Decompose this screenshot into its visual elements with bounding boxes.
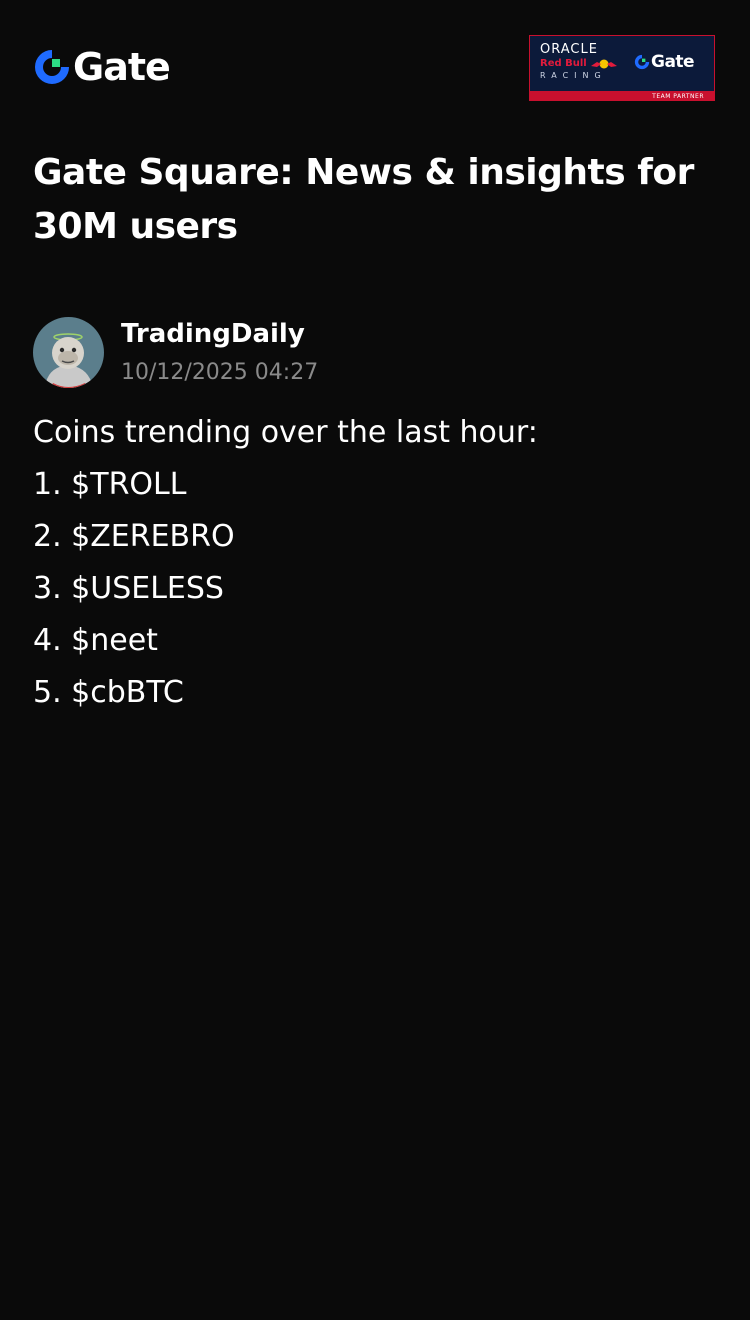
avatar-image	[33, 317, 104, 388]
logo-text: Gate	[73, 45, 171, 89]
header: Gate ORACLE Red Bull RACING Gate TEAM PA…	[0, 0, 750, 110]
badge-left: ORACLE Red Bull RACING	[540, 42, 620, 82]
post-body: Coins trending over the last hour: 1. $T…	[33, 407, 723, 719]
badge-oracle-text: ORACLE	[540, 42, 598, 57]
gate-logo-icon	[35, 48, 71, 84]
red-bull-icon	[590, 59, 617, 68]
trending-item[interactable]: 2. $ZEREBRO	[33, 511, 723, 563]
badge-gate-text: Gate	[651, 52, 695, 72]
post-intro: Coins trending over the last hour:	[33, 415, 538, 450]
page-title: Gate Square: News & insights for 30M use…	[33, 152, 694, 247]
partner-badge[interactable]: ORACLE Red Bull RACING Gate TEAM PARTNER	[529, 35, 715, 101]
trending-item[interactable]: 5. $cbBTC	[33, 667, 723, 719]
post-header: TradingDaily 10/12/2025 04:27	[33, 317, 723, 389]
badge-redbull-text: Red Bull	[540, 58, 587, 69]
avatar[interactable]	[33, 317, 104, 388]
badge-gate-logo: Gate	[634, 52, 695, 72]
gate-logo[interactable]: Gate	[33, 45, 171, 89]
gate-logo-small-icon	[634, 54, 650, 70]
author-name[interactable]: TradingDaily	[121, 317, 305, 351]
post-timestamp: 10/12/2025 04:27	[121, 360, 319, 385]
trending-item[interactable]: 1. $TROLL	[33, 459, 723, 511]
trending-item[interactable]: 4. $neet	[33, 615, 723, 667]
trending-item[interactable]: 3. $USELESS	[33, 563, 723, 615]
badge-racing-text: RACING	[540, 71, 607, 80]
badge-redbull-row: Red Bull	[540, 57, 620, 70]
badge-partner-text: TEAM PARTNER	[652, 93, 704, 100]
